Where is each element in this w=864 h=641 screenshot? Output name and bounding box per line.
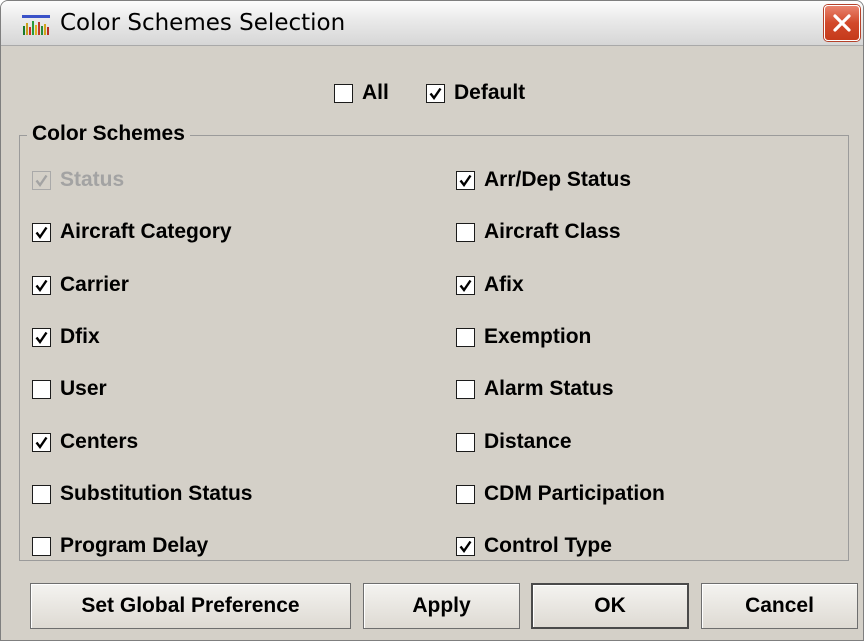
scheme-aircraft-category-checkbox-box[interactable] (32, 222, 51, 242)
default-checkbox-box[interactable] (426, 83, 445, 103)
ok-button[interactable]: OK (531, 583, 689, 629)
scheme-control-type-checkbox[interactable]: Control Type (456, 534, 612, 558)
color-schemes-dialog: Color Schemes Selection All Default Colo… (0, 0, 864, 641)
close-button[interactable] (824, 5, 860, 41)
scheme-program-delay-checkbox-box[interactable] (32, 536, 51, 556)
scheme-cdm-participation-label: CDM Participation (484, 482, 665, 505)
scheme-alarm-status-checkbox[interactable]: Alarm Status (456, 377, 614, 401)
scheme-carrier-label: Carrier (60, 273, 129, 296)
default-checkbox[interactable]: Default (426, 81, 525, 105)
scheme-alarm-status-checkbox-box[interactable] (456, 379, 475, 399)
scheme-exemption-checkbox[interactable]: Exemption (456, 325, 591, 349)
scheme-user-label: User (60, 377, 107, 400)
scheme-control-type-label: Control Type (484, 534, 612, 557)
bar-chart-icon (22, 15, 50, 35)
scheme-afix-checkbox-box[interactable] (456, 275, 475, 295)
scheme-distance-label: Distance (484, 430, 572, 453)
close-icon (833, 14, 851, 32)
scheme-substitution-status-checkbox[interactable]: Substitution Status (32, 482, 253, 506)
scheme-aircraft-category-label: Aircraft Category (60, 220, 232, 243)
title-bar[interactable]: Color Schemes Selection (1, 1, 863, 46)
scheme-distance-checkbox-box[interactable] (456, 432, 475, 452)
scheme-substitution-status-checkbox-box[interactable] (32, 484, 51, 504)
apply-button[interactable]: Apply (363, 583, 520, 629)
scheme-arr-dep-status-checkbox[interactable]: Arr/Dep Status (456, 168, 631, 192)
scheme-user-checkbox[interactable]: User (32, 377, 107, 401)
scheme-dfix-label: Dfix (60, 325, 100, 348)
all-label: All (362, 81, 389, 104)
all-checkbox-box[interactable] (334, 83, 353, 103)
scheme-centers-label: Centers (60, 430, 139, 453)
color-schemes-group-label: Color Schemes (27, 122, 190, 146)
window-title: Color Schemes Selection (60, 10, 346, 36)
cancel-button[interactable]: Cancel (701, 583, 858, 629)
scheme-program-delay-checkbox[interactable]: Program Delay (32, 534, 208, 558)
scheme-aircraft-category-checkbox[interactable]: Aircraft Category (32, 220, 232, 244)
scheme-arr-dep-status-label: Arr/Dep Status (484, 168, 632, 191)
scheme-exemption-label: Exemption (484, 325, 592, 348)
scheme-dfix-checkbox[interactable]: Dfix (32, 325, 100, 349)
set-global-preference-button[interactable]: Set Global Preference (30, 583, 351, 629)
scheme-centers-checkbox-box[interactable] (32, 432, 51, 452)
scheme-distance-checkbox[interactable]: Distance (456, 430, 572, 454)
default-label: Default (454, 81, 526, 104)
scheme-cdm-participation-checkbox[interactable]: CDM Participation (456, 482, 665, 506)
scheme-alarm-status-label: Alarm Status (484, 377, 614, 400)
scheme-exemption-checkbox-box[interactable] (456, 327, 475, 347)
scheme-centers-checkbox[interactable]: Centers (32, 430, 138, 454)
scheme-aircraft-class-label: Aircraft Class (484, 220, 621, 243)
scheme-aircraft-class-checkbox[interactable]: Aircraft Class (456, 220, 621, 244)
scheme-status-checkbox: Status (32, 168, 124, 192)
scheme-user-checkbox-box[interactable] (32, 379, 51, 399)
scheme-carrier-checkbox-box[interactable] (32, 275, 51, 295)
scheme-dfix-checkbox-box[interactable] (32, 327, 51, 347)
all-checkbox[interactable]: All (334, 81, 389, 105)
scheme-status-checkbox-box (32, 170, 51, 190)
scheme-program-delay-label: Program Delay (60, 534, 209, 557)
scheme-afix-label: Afix (484, 273, 524, 296)
scheme-control-type-checkbox-box[interactable] (456, 536, 475, 556)
scheme-afix-checkbox[interactable]: Afix (456, 273, 524, 297)
scheme-cdm-participation-checkbox-box[interactable] (456, 484, 475, 504)
scheme-status-label: Status (60, 168, 125, 191)
scheme-arr-dep-status-checkbox-box[interactable] (456, 170, 475, 190)
scheme-substitution-status-label: Substitution Status (60, 482, 253, 505)
scheme-aircraft-class-checkbox-box[interactable] (456, 222, 475, 242)
scheme-carrier-checkbox[interactable]: Carrier (32, 273, 129, 297)
